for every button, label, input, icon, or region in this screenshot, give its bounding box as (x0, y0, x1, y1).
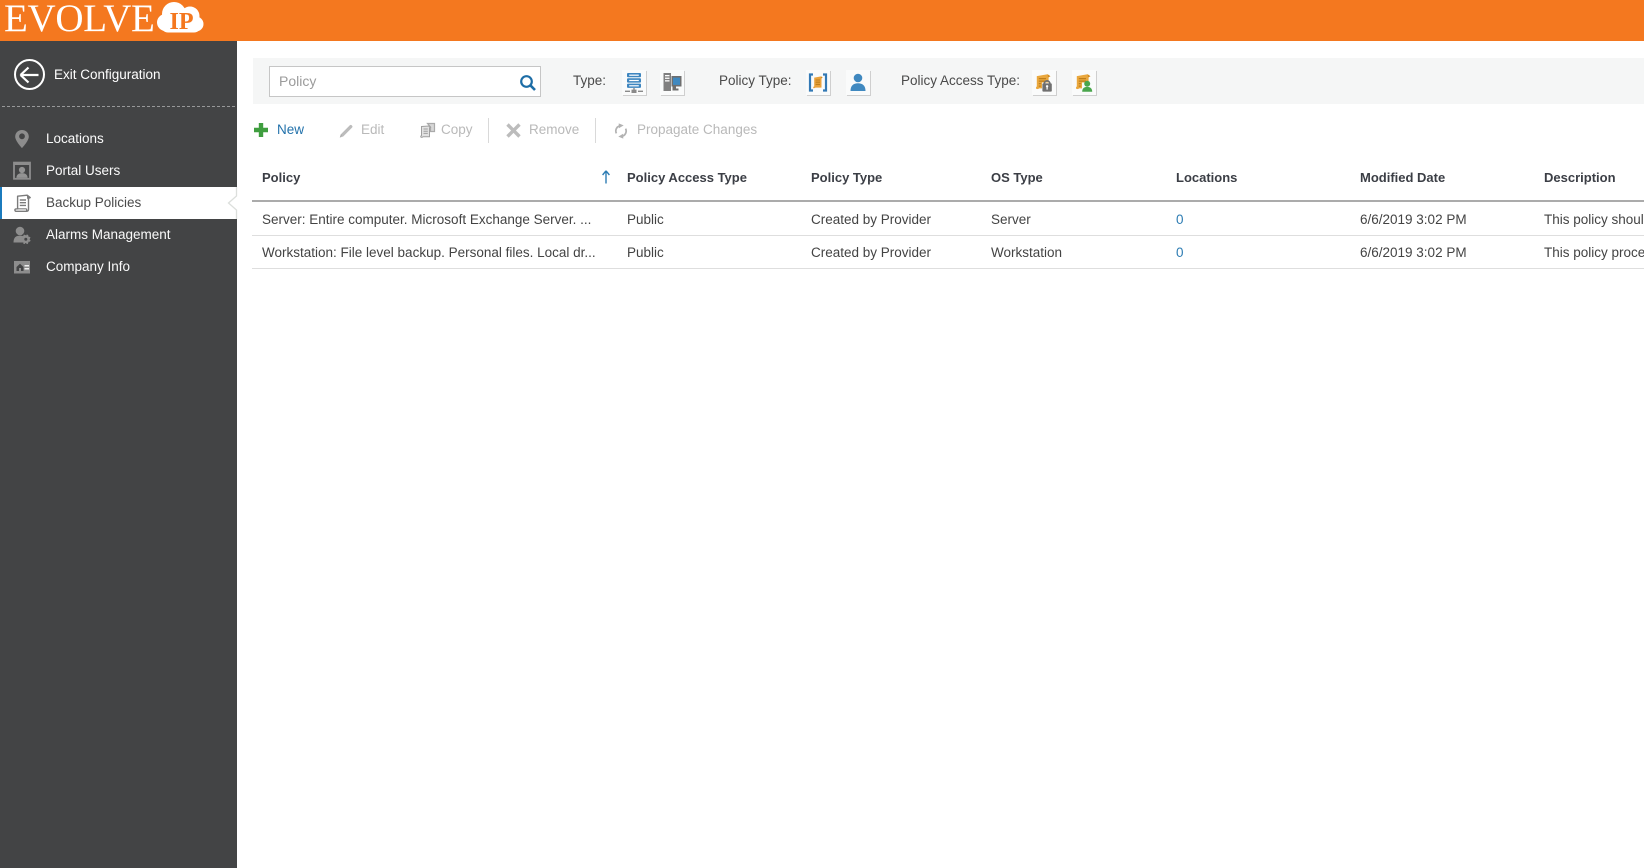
svg-text:IP: IP (170, 9, 194, 34)
